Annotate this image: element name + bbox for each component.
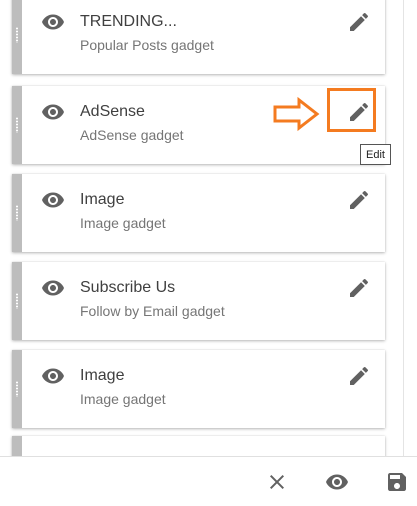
gadget-card-partial[interactable] <box>12 436 385 456</box>
drag-dots-icon <box>16 205 18 221</box>
pencil-icon[interactable] <box>347 188 371 212</box>
pencil-icon[interactable] <box>347 364 371 388</box>
gadget-subtitle: Image gadget <box>80 215 166 231</box>
gadget-title: Subscribe Us <box>80 279 176 296</box>
gadget-card[interactable]: AdSense AdSense gadget <box>12 86 385 164</box>
drag-dots-icon <box>16 27 18 43</box>
drag-handle[interactable] <box>12 350 22 428</box>
eye-icon[interactable] <box>41 188 65 212</box>
gadget-title: Image <box>80 191 125 208</box>
drag-handle[interactable] <box>12 436 22 456</box>
gadget-card[interactable]: TRENDING... Popular Posts gadget <box>12 0 385 74</box>
close-icon[interactable] <box>265 470 289 494</box>
pencil-icon[interactable] <box>347 276 371 300</box>
gadget-subtitle: AdSense gadget <box>80 127 184 143</box>
gadget-title: TRENDING... <box>80 13 177 30</box>
gadget-card[interactable]: Subscribe Us Follow by Email gadget <box>12 262 385 340</box>
eye-icon[interactable] <box>41 10 65 34</box>
gadget-subtitle: Image gadget <box>80 391 166 407</box>
drag-handle[interactable] <box>12 262 22 340</box>
eye-icon[interactable] <box>41 364 65 388</box>
drag-dots-icon <box>16 381 18 397</box>
pencil-icon[interactable] <box>347 100 371 124</box>
pencil-icon[interactable] <box>347 10 371 34</box>
drag-dots-icon <box>16 293 18 309</box>
save-icon[interactable] <box>385 470 409 494</box>
drag-dots-icon <box>16 117 18 133</box>
preview-eye-icon[interactable] <box>325 470 349 494</box>
drag-handle[interactable] <box>12 174 22 252</box>
drag-handle[interactable] <box>12 0 22 74</box>
drag-handle[interactable] <box>12 86 22 164</box>
bottom-action-bar <box>0 456 417 506</box>
gadget-card[interactable]: Image Image gadget <box>12 174 385 252</box>
edit-tooltip: Edit <box>360 144 391 165</box>
gadget-title: Image <box>80 367 125 384</box>
gadget-list: TRENDING... Popular Posts gadget AdSense… <box>0 0 417 456</box>
gadget-subtitle: Follow by Email gadget <box>80 303 225 319</box>
gadget-subtitle: Popular Posts gadget <box>80 37 214 53</box>
eye-icon[interactable] <box>41 276 65 300</box>
gadget-card[interactable]: Image Image gadget <box>12 350 385 428</box>
scrollbar[interactable] <box>403 0 417 456</box>
gadget-title: AdSense <box>80 103 145 120</box>
eye-icon[interactable] <box>41 100 65 124</box>
